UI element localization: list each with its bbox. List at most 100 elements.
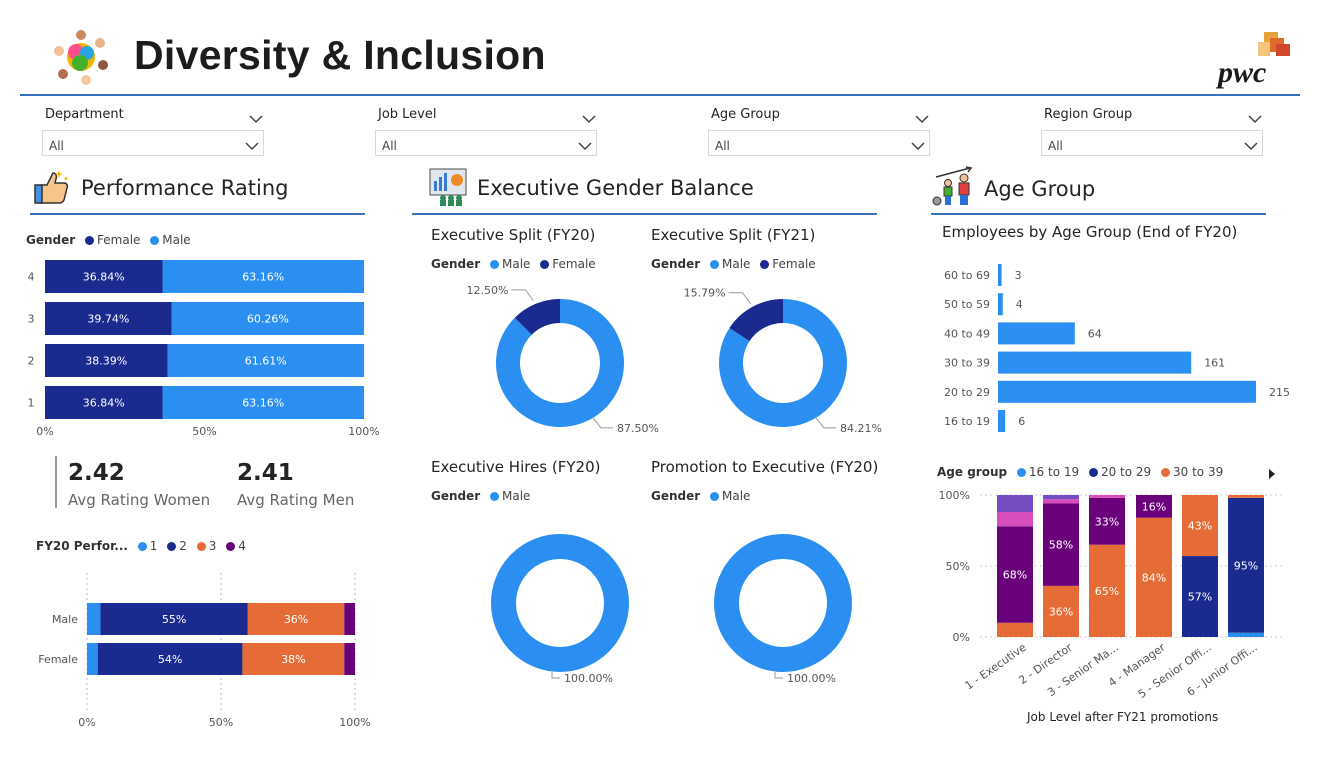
data-label: 43% xyxy=(1188,520,1212,533)
performance-divider xyxy=(30,213,365,215)
chevron-down-icon[interactable] xyxy=(1244,140,1258,151)
data-label: 87.50% xyxy=(617,422,659,435)
app-logo xyxy=(50,26,112,88)
bar xyxy=(998,293,1003,316)
data-label: 6 xyxy=(1018,415,1025,428)
promotion-legend: Gender Male xyxy=(651,489,750,503)
collapse-chevron-icon[interactable] xyxy=(249,109,263,124)
age-group-legend: Age group 16 to 19 20 to 29 30 to 39 xyxy=(937,465,1223,479)
data-label: 16% xyxy=(1142,500,1166,513)
data-label: 100.00% xyxy=(564,672,613,685)
presentation-icon xyxy=(429,168,467,206)
chevron-down-icon[interactable] xyxy=(245,140,259,151)
filter-dropdown-2[interactable]: All xyxy=(708,130,930,156)
x-tick-label: 1 - Executive xyxy=(963,641,1029,693)
legend-male: Male xyxy=(162,233,191,247)
legend-dot-1 xyxy=(137,542,147,551)
executive-title: Executive Gender Balance xyxy=(477,176,754,200)
bar-segment xyxy=(1228,632,1264,637)
y-tick-label: 30 to 39 xyxy=(944,357,990,370)
y-tick-label: 16 to 19 xyxy=(944,415,990,428)
performance-title: Performance Rating xyxy=(81,176,289,200)
data-label: 36.84% xyxy=(83,397,125,410)
donut-slice-male xyxy=(491,534,629,672)
legend-3: 3 xyxy=(208,539,217,553)
y-tick-label: Female xyxy=(38,653,78,666)
x-tick-label: 100% xyxy=(348,425,379,438)
pwc-logo-text: pwc xyxy=(1218,56,1267,89)
age-people-icon xyxy=(932,166,973,206)
legend-female: Female xyxy=(552,257,596,271)
filter-label-0: Department xyxy=(45,107,124,122)
exec-split-fy20-legend: Gender Male Female xyxy=(431,257,596,271)
leader-line xyxy=(592,417,613,429)
filter-dropdown-3[interactable]: All xyxy=(1041,130,1263,156)
bar xyxy=(998,380,1256,403)
exec-hires-title: Executive Hires (FY20) xyxy=(431,458,601,476)
legend-title: Gender xyxy=(26,233,76,247)
bar-segment xyxy=(87,603,101,635)
bar-segment xyxy=(1089,495,1125,498)
leader-line xyxy=(551,672,560,679)
data-label: 68% xyxy=(1003,569,1027,582)
data-label: 3 xyxy=(1015,269,1022,282)
age-title: Age Group xyxy=(984,177,1096,201)
data-label: 63.16% xyxy=(242,271,284,284)
collapse-chevron-icon[interactable] xyxy=(1248,109,1262,124)
legend-dot-2 xyxy=(167,542,177,551)
leader-line xyxy=(815,417,836,429)
collapse-chevron-icon[interactable] xyxy=(582,109,596,124)
data-label: 64 xyxy=(1088,327,1102,340)
people-circle-icon xyxy=(54,30,108,85)
legend-female: Female xyxy=(772,257,816,271)
legend-dot-female xyxy=(540,260,550,269)
filter-dropdown-0[interactable]: All xyxy=(42,130,264,156)
data-label: 161 xyxy=(1204,357,1225,370)
data-label: 60.26% xyxy=(247,313,289,326)
data-label: 215 xyxy=(1269,386,1290,399)
exec-split-fy20-donut: 12.50% 87.50% xyxy=(467,285,659,435)
y-tick-label: 3 xyxy=(28,313,35,326)
chevron-down-icon[interactable] xyxy=(578,140,592,151)
legend-title: FY20 Perfor... xyxy=(36,539,128,553)
legend-title: Age group xyxy=(937,465,1008,479)
filter-label-1: Job Level xyxy=(378,107,437,122)
collapse-chevron-icon[interactable] xyxy=(915,109,929,124)
data-label: 84.21% xyxy=(840,422,882,435)
legend-title: Gender xyxy=(431,489,481,503)
legend-dot-male xyxy=(710,260,720,269)
legend-dot-male xyxy=(150,236,160,245)
legend-2: 2 xyxy=(179,539,187,553)
legend-dot-3 xyxy=(196,542,206,551)
caret-right-icon[interactable] xyxy=(1267,468,1277,480)
legend-dot-female xyxy=(85,236,95,245)
exec-hires-legend: Gender Male xyxy=(431,489,530,503)
legend-next-arrow[interactable] xyxy=(1267,465,1277,480)
data-label: 58% xyxy=(1049,539,1073,552)
legend-16-19: 16 to 19 xyxy=(1028,465,1080,479)
executive-divider xyxy=(412,213,877,215)
legend-dot-30-39 xyxy=(1161,468,1170,477)
legend-dot-male xyxy=(490,260,500,269)
bar-segment xyxy=(1043,499,1079,504)
chevron-down-icon[interactable] xyxy=(911,140,925,151)
legend-30-39: 30 to 39 xyxy=(1173,465,1224,479)
filter-dropdown-1[interactable]: All xyxy=(375,130,597,156)
kpi-women-value: 2.42 xyxy=(68,460,125,486)
exec-hires-donut: 100.00% xyxy=(491,534,629,685)
legend-title: Gender xyxy=(651,257,701,271)
data-label: 36% xyxy=(284,613,308,626)
exec-split-fy21-donut: 15.79% 84.21% xyxy=(684,287,882,435)
legend-male: Male xyxy=(722,489,751,503)
bar xyxy=(998,322,1075,345)
fy20-legend: FY20 Perfor... 1 2 3 4 xyxy=(36,539,246,553)
performance-icon xyxy=(31,167,71,207)
bar-segment xyxy=(87,643,98,675)
y-tick-label: Male xyxy=(52,613,78,626)
page-title: Diversity & Inclusion xyxy=(134,32,546,78)
kpi-divider xyxy=(55,456,57,508)
y-tick-label: 60 to 69 xyxy=(944,269,990,282)
legend-dot-female xyxy=(760,260,770,269)
performance-rating-chart: 4 36.84% 63.16% 3 39.74% 60.26% 2 38.39% 61.61% 1… xyxy=(28,260,380,438)
legend-20-29: 20 to 29 xyxy=(1100,465,1152,479)
